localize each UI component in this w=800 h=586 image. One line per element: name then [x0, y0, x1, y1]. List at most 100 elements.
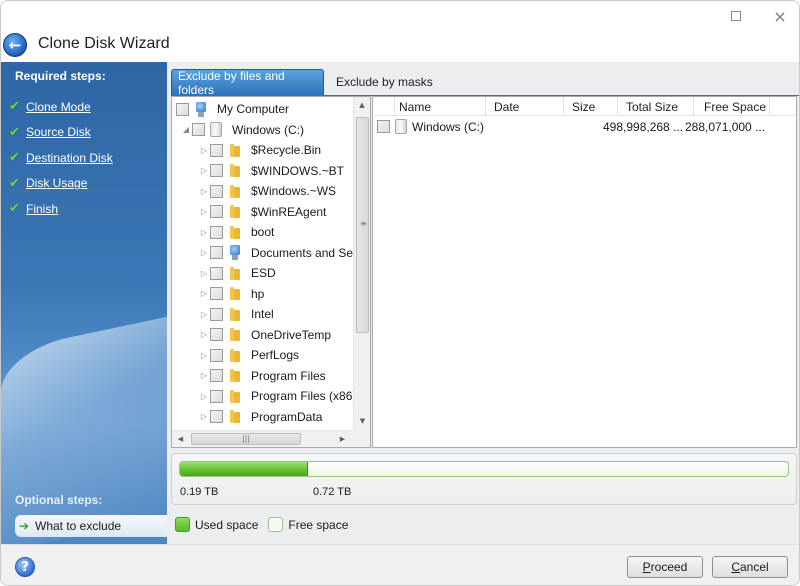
tree-item[interactable]: ▷ $WINDOWS.~BT [198, 161, 344, 181]
folder-tree[interactable]: My Computer ◢ Windows (C:) ▷ $Recycle.Bin… [171, 96, 371, 448]
column-header-name[interactable]: Name [395, 97, 486, 116]
tree-checkbox[interactable] [210, 389, 223, 403]
scroll-right-arrow-icon[interactable]: ▶ [334, 431, 351, 448]
tree-checkbox[interactable] [210, 143, 223, 157]
maximize-button[interactable] [727, 7, 745, 25]
tree-checkbox[interactable] [210, 184, 223, 198]
sidebar-item-label[interactable]: Source Disk [26, 125, 91, 139]
tree-item[interactable]: ▷ hp [198, 284, 264, 304]
cell-total-size: 498,998,268 ... [603, 119, 684, 134]
expand-triangle-icon[interactable]: ▷ [198, 207, 210, 216]
expand-triangle-icon[interactable]: ▷ [198, 248, 210, 257]
tree-vertical-scrollbar[interactable]: ▲ ≡ ▼ [353, 97, 370, 430]
collapse-triangle-icon[interactable]: ◢ [180, 125, 192, 134]
checkmark-icon: ✔ [9, 124, 20, 140]
tree-item-label: My Computer [217, 102, 290, 116]
tab-exclude-by-masks[interactable]: Exclude by masks [324, 69, 439, 95]
clone-disk-wizard-window: × ← Clone Disk Wizard Required steps: ✔ … [0, 0, 800, 586]
folder-icon [228, 307, 242, 321]
tree-horizontal-scrollbar[interactable]: ◀ ||| ▶ [172, 430, 353, 447]
expand-triangle-icon[interactable]: ▷ [198, 269, 210, 278]
tree-checkbox[interactable] [210, 205, 223, 218]
close-button[interactable]: × [771, 6, 789, 26]
tree-item-label: Windows (C:) [232, 122, 305, 137]
drive-icon [210, 122, 222, 137]
column-header-size[interactable]: Size [564, 97, 618, 116]
expand-triangle-icon[interactable]: ▷ [198, 289, 210, 298]
scroll-up-arrow-icon[interactable]: ▲ [354, 97, 370, 114]
folder-icon [228, 287, 242, 300]
tree-checkbox[interactable] [210, 307, 223, 321]
close-icon: × [773, 6, 787, 26]
tree-item[interactable]: ▷ Program Files (x86) [198, 386, 353, 406]
tree-item-my-computer[interactable]: My Computer [176, 99, 289, 119]
tree-item[interactable]: ▷ boot [198, 222, 274, 242]
sidebar-item-finish[interactable]: ✔ Finish [9, 196, 113, 222]
tree-checkbox[interactable] [192, 123, 205, 136]
help-icon: ? [21, 560, 29, 575]
expand-triangle-icon[interactable]: ▷ [198, 412, 210, 421]
column-header-free-space[interactable]: Free Space [694, 97, 770, 116]
tree-checkbox[interactable] [210, 266, 223, 280]
column-header-total-size[interactable]: Total Size [618, 97, 694, 116]
tree-checkbox[interactable] [210, 287, 223, 300]
tree-item[interactable]: ▷ Documents and Settings [198, 243, 353, 263]
expand-triangle-icon[interactable]: ▷ [198, 371, 210, 380]
sidebar-item-destination-disk[interactable]: ✔ Destination Disk [9, 145, 113, 171]
expand-triangle-icon[interactable]: ▷ [198, 351, 210, 360]
cancel-button[interactable]: Cancel [712, 556, 788, 578]
row-checkbox[interactable] [377, 120, 390, 133]
optional-steps-heading: Optional steps: [15, 493, 103, 507]
tree-item[interactable]: ▷ PerfLogs [198, 345, 299, 365]
file-list[interactable]: Name Date Size Total Size Free Space Win… [372, 96, 797, 448]
tree-checkbox[interactable] [176, 102, 189, 116]
tree-item-label: $Recycle.Bin [251, 143, 322, 157]
expand-triangle-icon[interactable]: ▷ [198, 392, 210, 401]
expand-triangle-icon[interactable]: ▷ [198, 146, 210, 155]
sidebar-item-what-to-exclude[interactable]: ➔ What to exclude [15, 515, 167, 537]
sidebar-item-label[interactable]: Finish [26, 202, 58, 216]
scroll-left-arrow-icon[interactable]: ◀ [172, 431, 189, 448]
column-header-date[interactable]: Date [486, 97, 564, 116]
disk-usage-panel: 0.19 TB 0.72 TB [171, 453, 797, 505]
tree-item[interactable]: ▷ Program Files [198, 366, 326, 386]
expand-triangle-icon[interactable]: ▷ [198, 187, 210, 196]
tree-checkbox[interactable] [210, 348, 223, 362]
table-row[interactable]: Windows (C:) 498,998,268 ... 288,071,000… [373, 117, 767, 136]
scroll-down-arrow-icon[interactable]: ▼ [354, 413, 371, 430]
tree-checkbox[interactable] [210, 225, 223, 239]
folder-icon [228, 205, 242, 218]
tree-item-label: $WinREAgent [251, 204, 327, 219]
tree-checkbox[interactable] [210, 369, 223, 382]
sidebar-item-label[interactable]: Clone Mode [26, 100, 91, 114]
tree-item[interactable]: ▷ $Recycle.Bin [198, 140, 321, 160]
tree-checkbox[interactable] [210, 246, 223, 259]
sidebar-item-disk-usage[interactable]: ✔ Disk Usage [9, 171, 113, 197]
tree-item[interactable]: ▷ Intel [198, 304, 274, 324]
tree-item[interactable]: ▷ ESD [198, 263, 276, 283]
scrollbar-thumb[interactable]: ≡ [356, 117, 369, 333]
help-button[interactable]: ? [15, 557, 35, 577]
sidebar-item-label[interactable]: Destination Disk [26, 151, 113, 165]
folder-icon [228, 184, 242, 198]
tree-item[interactable]: ▷ $Windows.~WS [198, 181, 336, 201]
tree-item[interactable]: ▷ ProgramData [198, 407, 322, 427]
sidebar-item-label[interactable]: Disk Usage [26, 176, 87, 190]
proceed-button[interactable]: Proceed [627, 556, 703, 578]
expand-triangle-icon[interactable]: ▷ [198, 310, 210, 319]
list-header: Name Date Size Total Size Free Space [373, 97, 796, 116]
tree-item[interactable]: ▷ OneDriveTemp [198, 325, 331, 345]
tree-checkbox[interactable] [210, 164, 223, 177]
scrollbar-thumb[interactable]: ||| [191, 433, 301, 445]
back-button[interactable]: ← [3, 33, 27, 57]
expand-triangle-icon[interactable]: ▷ [198, 166, 210, 175]
tree-checkbox[interactable] [210, 328, 223, 341]
tab-exclude-by-files-and-folders[interactable]: Exclude by files and folders [171, 69, 324, 97]
sidebar-item-clone-mode[interactable]: ✔ Clone Mode [9, 94, 113, 120]
expand-triangle-icon[interactable]: ▷ [198, 228, 210, 237]
tree-item[interactable]: ▷ $WinREAgent [198, 202, 326, 222]
tree-checkbox[interactable] [210, 410, 223, 423]
tree-item-windows-drive[interactable]: ◢ Windows (C:) [180, 120, 304, 140]
sidebar-item-source-disk[interactable]: ✔ Source Disk [9, 120, 113, 146]
expand-triangle-icon[interactable]: ▷ [198, 330, 210, 339]
